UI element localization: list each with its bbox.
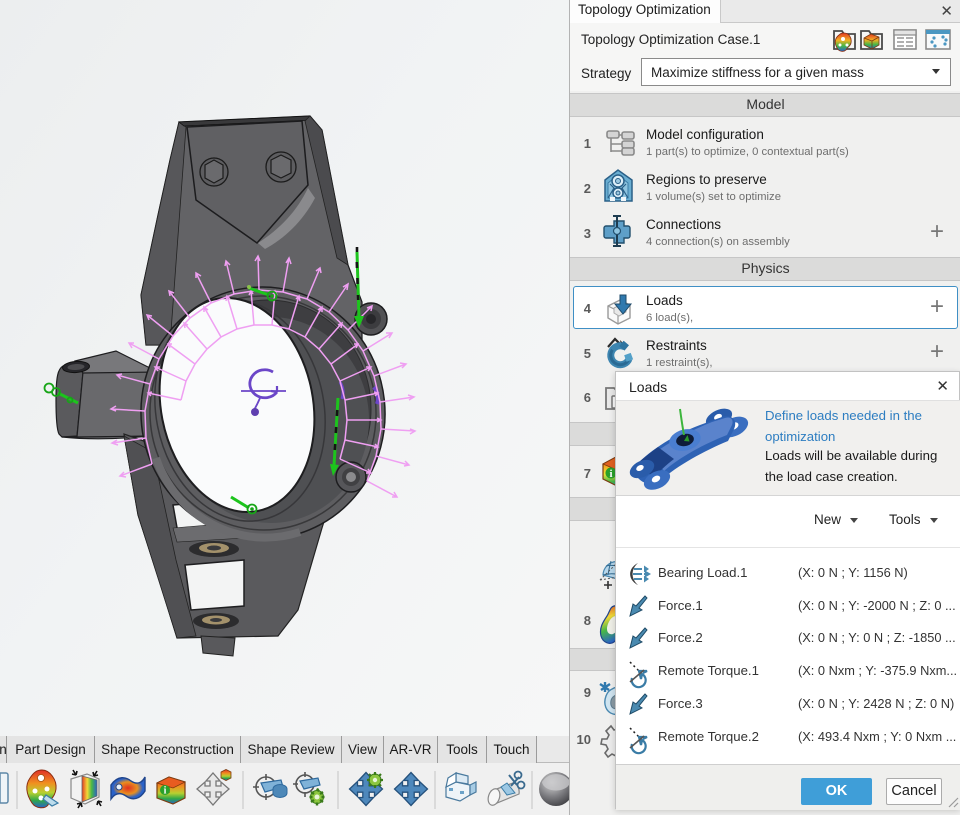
- svg-text:i: i: [164, 786, 167, 797]
- svg-text:i: i: [609, 468, 612, 480]
